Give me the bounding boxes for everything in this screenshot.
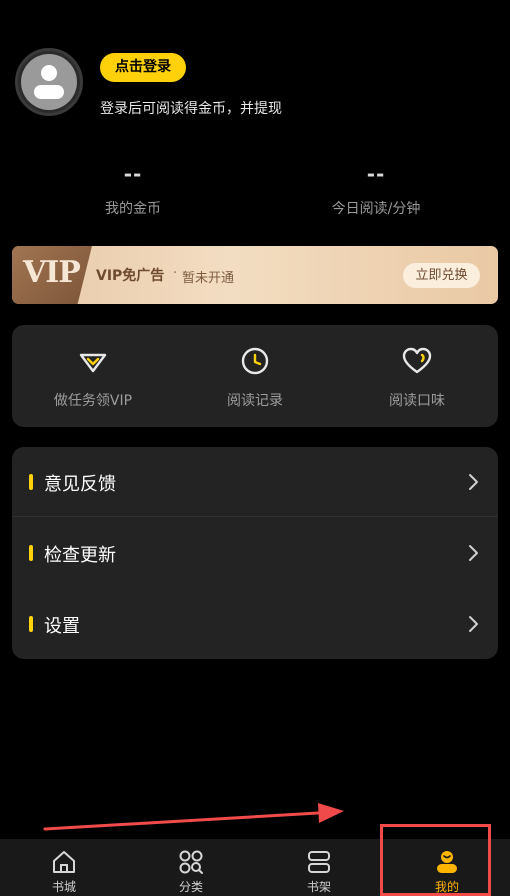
- annotation-highlight-box: [380, 824, 491, 896]
- tab-label: 书城: [51, 880, 76, 894]
- tab-category[interactable]: 分类: [127, 839, 255, 896]
- menu-item-check-update[interactable]: 检查更新: [12, 518, 498, 588]
- vip-status: 暂未开通: [182, 271, 235, 286]
- diamond-icon: [79, 353, 107, 373]
- bookshelf-icon: [308, 851, 330, 873]
- user-icon: [21, 54, 77, 110]
- login-button[interactable]: 点击登录: [100, 53, 186, 82]
- home-icon: [53, 851, 75, 873]
- stat-reading-time-label: 今日阅读/分钟: [331, 201, 421, 217]
- vip-separator: ·: [173, 266, 178, 281]
- stat-reading-time-value: --: [366, 162, 386, 186]
- stat-coins-label: 我的金币: [105, 201, 161, 217]
- login-hint: 登录后可阅读得金币，并提现: [100, 101, 282, 117]
- avatar[interactable]: [15, 48, 83, 116]
- menu-item-label: 检查更新: [44, 545, 116, 566]
- vip-badge: VIP: [12, 246, 92, 304]
- action-reading-history-label: 阅读记录: [227, 393, 283, 409]
- menu-item-label: 设置: [44, 616, 80, 637]
- menu-item-feedback[interactable]: 意见反馈: [12, 447, 498, 517]
- tab-bookstore[interactable]: 书城: [0, 839, 128, 896]
- tab-label: 分类: [178, 880, 203, 894]
- vip-title: VIP免广告: [96, 268, 165, 284]
- action-reading-taste-label: 阅读口味: [389, 393, 445, 409]
- stat-reading-time[interactable]: -- 今日阅读/分钟: [296, 162, 456, 218]
- vip-badge-text: VIP: [23, 255, 81, 290]
- accent-bar: [29, 616, 33, 632]
- settings-menu: 意见反馈 检查更新 设置: [12, 447, 498, 659]
- quick-actions-card: 做任务领VIP 阅读记录 阅读口味: [12, 325, 498, 427]
- chevron-right-icon: [469, 474, 478, 490]
- heart-icon: [402, 347, 432, 374]
- vip-redeem-button[interactable]: 立即兑换: [403, 263, 480, 288]
- tab-label: 书架: [306, 880, 331, 894]
- annotation-arrow: [43, 803, 344, 831]
- menu-item-label: 意见反馈: [44, 474, 116, 495]
- action-task-vip-label: 做任务领VIP: [53, 393, 133, 409]
- chevron-right-icon: [469, 616, 478, 632]
- chevron-right-icon: [469, 545, 478, 561]
- stat-coins-value: --: [123, 162, 143, 186]
- action-reading-history[interactable]: 阅读记录: [175, 345, 335, 410]
- vip-banner[interactable]: VIP VIP免广告 · 暂未开通 立即兑换: [12, 246, 498, 304]
- clock-icon: [241, 347, 269, 375]
- grid-search-icon: [179, 850, 203, 874]
- stat-coins[interactable]: -- 我的金币: [53, 162, 213, 218]
- accent-bar: [29, 545, 33, 561]
- action-reading-taste[interactable]: 阅读口味: [337, 345, 497, 410]
- tab-bookshelf[interactable]: 书架: [255, 839, 383, 896]
- action-task-vip[interactable]: 做任务领VIP: [13, 345, 173, 410]
- accent-bar: [29, 474, 33, 490]
- menu-item-settings[interactable]: 设置: [12, 589, 498, 659]
